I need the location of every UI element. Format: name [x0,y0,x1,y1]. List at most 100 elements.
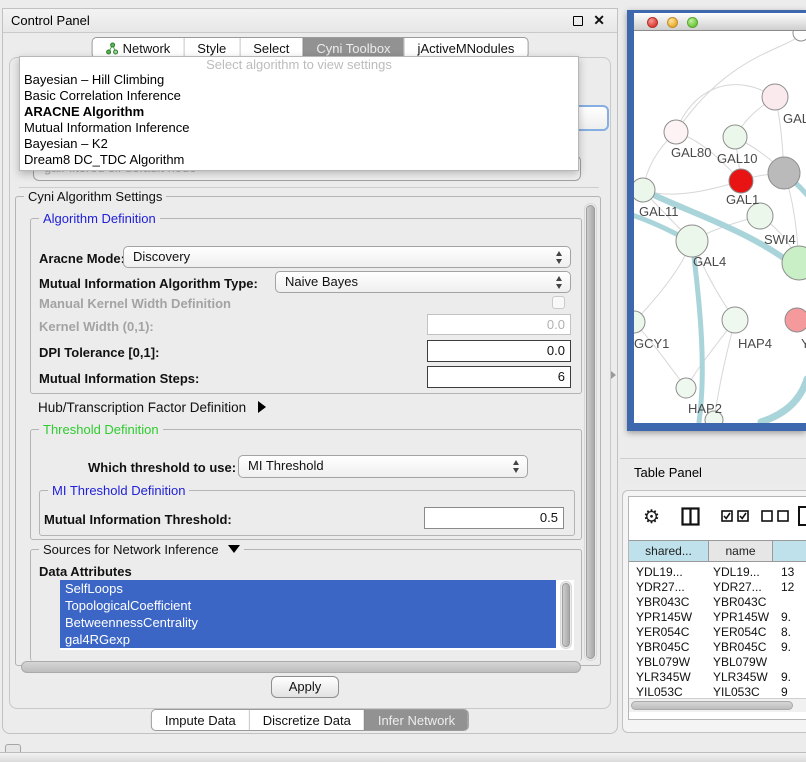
cell: YDR27... [636,580,685,595]
sources-expander[interactable]: Sources for Network Inference [39,542,244,557]
node-label: Y [801,336,806,351]
attributes-scrollbar-thumb[interactable] [562,583,570,647]
popup-placeholder: Select algorithm to view settings [20,57,578,72]
node-label: GAL11 [639,204,679,219]
cyni-algorithm-settings-group: Cyni Algorithm Settings Algorithm Defini… [15,196,601,666]
table-row[interactable]: YBR043C YBR043C [629,595,806,610]
popup-option[interactable]: Dream8 DC_TDC Algorithm [20,152,578,168]
cell: YDL19... [713,565,760,580]
tab-network[interactable]: Network [93,38,184,58]
attribute-item-selected[interactable]: SelfLoops [60,580,556,597]
table-row[interactable]: YBL079W YBL079W [629,655,806,670]
table-row[interactable]: YDL19... YDL19... 13 [629,565,806,580]
mi-algorithm-type-combo[interactable]: Naive Bayes [275,271,571,293]
control-panel-titlebar: Control Panel ✕ [3,9,617,33]
table-row[interactable]: YER054C YER054C 8. [629,625,806,640]
cell: YER054C [636,625,689,640]
attribute-item-selected[interactable]: gal4RGexp [60,631,556,648]
dpi-tolerance-field[interactable]: 0.0 [427,340,571,362]
which-threshold-combo[interactable]: MI Threshold [238,455,528,478]
minimize-traffic-icon[interactable] [667,17,678,28]
tab-jactivemnodules[interactable]: jActiveMNodules [404,38,528,58]
cell: YPR145W [636,610,692,625]
deselect-all-icon[interactable] [761,510,789,522]
apply-button[interactable]: Apply [271,676,339,698]
attributes-scrollbar[interactable] [560,581,572,649]
tab-select[interactable]: Select [239,38,302,58]
stepper-icon [513,460,520,473]
node-label: GAL [783,111,806,126]
manual-kernel-checkbox[interactable] [552,296,565,309]
combo-value: MI Threshold [248,458,324,473]
cell: 9. [781,670,791,685]
node-label: GCY1 [634,336,669,351]
splitter-arrow-icon[interactable] [611,371,616,379]
aracne-mode-combo[interactable]: Discovery [123,246,571,268]
mi-threshold-label: Mutual Information Threshold: [44,512,232,527]
table-hscrollbar-thumb[interactable] [631,701,793,710]
table-row[interactable]: YIL053C YIL053C 9 [629,685,806,698]
hub-definition-expander[interactable]: Hub/Transcription Factor Definition [38,400,266,415]
kernel-width-field[interactable]: 0.0 [427,314,571,335]
tab-infer-network[interactable]: Infer Network [364,710,468,730]
cell: YDL19... [636,565,683,580]
bottom-panel-edge [0,752,806,762]
column-header-shared[interactable]: shared... [629,540,709,562]
cell: YIL053C [713,685,760,698]
popup-option-selected[interactable]: ARACNE Algorithm [20,104,578,120]
hub-definition-label: Hub/Transcription Factor Definition [38,400,246,415]
table-row[interactable]: YBR045C YBR045C 9. [629,640,806,655]
cell: YIL053C [636,685,683,698]
network-window-titlebar[interactable] [634,13,806,31]
popup-option[interactable]: Mutual Information Inference [20,120,578,136]
node-label: HAP4 [738,336,772,351]
tab-cyni-toolbox[interactable]: Cyni Toolbox [302,38,403,58]
column-header-name[interactable]: name [709,540,773,562]
cell: 9 [781,685,788,698]
cell: YER054C [713,625,766,640]
table-row[interactable]: YLR345W YLR345W 9. [629,670,806,685]
table-panel-titlebar: Table Panel [620,458,806,486]
settings-scrollbar-thumb[interactable] [586,205,595,659]
table-row[interactable]: YPR145W YPR145W 9. [629,610,806,625]
node-label: GAL10 [717,151,757,166]
mi-threshold-field[interactable]: 0.5 [424,507,564,529]
mi-steps-field[interactable]: 6 [427,366,571,388]
close-icon[interactable]: ✕ [593,12,605,29]
tab-impute-data[interactable]: Impute Data [152,710,249,730]
settings-scrollbar[interactable] [584,203,597,661]
zoom-traffic-icon[interactable] [687,17,698,28]
tab-style[interactable]: Style [183,38,239,58]
data-attributes-label: Data Attributes [39,564,132,579]
which-threshold-label: Which threshold to use: [88,460,236,475]
combo-value: Discovery [133,249,190,264]
aracne-mode-label: Aracne Mode: [39,251,125,266]
popup-option[interactable]: Basic Correlation Inference [20,88,578,104]
group-title: MI Threshold Definition [48,483,189,498]
group-title: Threshold Definition [39,422,163,437]
popup-option[interactable]: Bayesian – Hill Climbing [20,72,578,88]
table-row[interactable]: YDR27... YDR27... 12 [629,580,806,595]
select-all-checks-icon[interactable] [721,510,749,522]
attribute-item-selected[interactable]: TopologicalCoefficient [60,597,556,614]
network-icon [106,42,119,55]
network-view-window: GAL GAL80 GAL10 GAL1 GAL11 SWI4 GAL4 GCY… [627,10,806,431]
bottom-tab-bar: Impute Data Discretize Data Infer Networ… [151,709,469,731]
gear-icon[interactable]: ⚙ [643,506,660,529]
popup-option[interactable]: Bayesian – K2 [20,136,578,152]
document-icon[interactable] [797,505,806,527]
column-header-partial[interactable] [773,540,806,562]
float-window-icon[interactable] [573,16,583,26]
network-canvas[interactable]: GAL GAL80 GAL10 GAL1 GAL11 SWI4 GAL4 GCY… [634,31,806,423]
settings-hscrollbar-thumb[interactable] [21,661,581,673]
cell: YPR145W [713,610,769,625]
attribute-item-selected[interactable]: BetweennessCentrality [60,614,556,631]
tab-discretize-data[interactable]: Discretize Data [249,710,364,730]
table-hscrollbar[interactable] [629,698,806,712]
close-traffic-icon[interactable] [647,17,658,28]
cell: 9. [781,640,791,655]
split-columns-icon[interactable] [681,507,700,526]
manual-kernel-label: Manual Kernel Width Definition [39,296,231,311]
network-graph [634,31,806,423]
stepper-icon [556,251,563,264]
